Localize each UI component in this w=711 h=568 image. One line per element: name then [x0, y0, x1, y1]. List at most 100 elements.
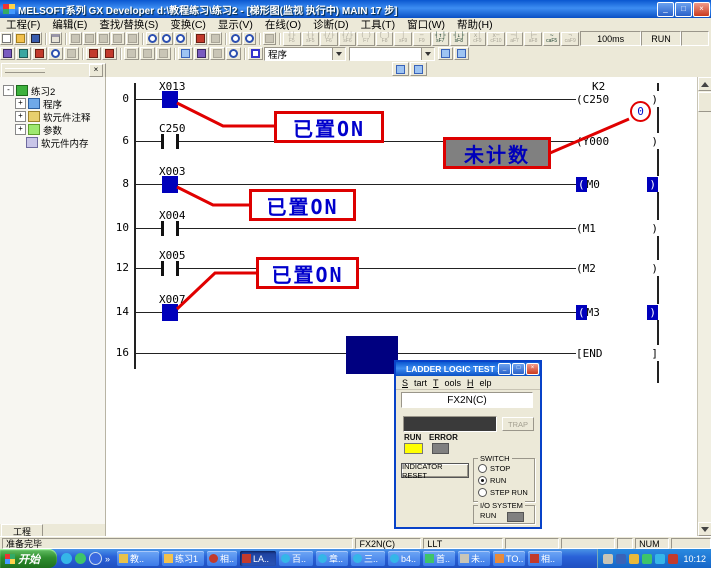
- quick-launch-icon[interactable]: [75, 553, 86, 564]
- close-button[interactable]: ×: [693, 2, 710, 17]
- tree-item-parameter[interactable]: + 参数: [15, 124, 62, 135]
- monitor-start-button[interactable]: [48, 47, 63, 60]
- undo-button[interactable]: [111, 32, 124, 45]
- ladder-parallel-contact-button[interactable]: ┤├sF5: [302, 32, 320, 46]
- tray-icon[interactable]: [629, 554, 639, 564]
- ladder-cursor-cell[interactable]: [346, 336, 398, 374]
- scrollbar-thumb[interactable]: [698, 92, 711, 112]
- tray-icon[interactable]: [655, 554, 665, 564]
- menu-diagnostics[interactable]: 诊断(D): [307, 17, 355, 32]
- new-project-button[interactable]: [0, 32, 13, 45]
- expand-icon[interactable]: +: [15, 98, 26, 109]
- ladder-edge-contact-button[interactable]: ─┤aF7: [506, 32, 524, 46]
- contact-x013-on[interactable]: [162, 91, 178, 108]
- redo-button[interactable]: [126, 32, 139, 45]
- menu-convert[interactable]: 变换(C): [164, 17, 212, 32]
- menu-online[interactable]: 在线(O): [259, 17, 307, 32]
- ladder-open-contact-button[interactable]: ┤├F5: [283, 32, 301, 46]
- project-tree-header[interactable]: ×: [1, 63, 106, 78]
- menu-tools[interactable]: Tools: [433, 378, 461, 388]
- tree-item-program[interactable]: + 程序: [15, 98, 62, 109]
- monitor-write-button[interactable]: [16, 47, 31, 60]
- copy-button[interactable]: [83, 32, 96, 45]
- zoom-in-button[interactable]: [229, 32, 242, 45]
- contact-x004[interactable]: [161, 221, 179, 236]
- find-string-button[interactable]: [174, 32, 187, 45]
- save-project-button[interactable]: [28, 32, 41, 45]
- task-button[interactable]: 章..: [316, 551, 348, 566]
- menu-view[interactable]: 显示(V): [212, 17, 259, 32]
- title-bar[interactable]: MELSOFT系列 GX Developer d:\教程练习\练习2 - [梯形…: [0, 0, 711, 18]
- monitor-run-button[interactable]: [392, 62, 409, 76]
- convert-all-button[interactable]: [210, 47, 225, 60]
- coil-m3-on[interactable]: (M3 ): [576, 304, 660, 320]
- delete-row-button[interactable]: [140, 47, 155, 60]
- ladder-invert-button[interactable]: ~caF5: [543, 32, 561, 46]
- drag-grip[interactable]: [5, 68, 45, 73]
- data-sort-button[interactable]: [454, 47, 469, 60]
- radio-step-run[interactable]: STEP RUN: [478, 488, 528, 497]
- tree-item-device-comment[interactable]: + 软元件注释: [15, 111, 91, 122]
- new-data-button[interactable]: [438, 47, 453, 60]
- menu-help[interactable]: 帮助(H): [451, 17, 499, 32]
- monitor-pause-button[interactable]: [410, 62, 427, 76]
- coil-m0-on[interactable]: (M0 ): [576, 176, 660, 192]
- tray-icon[interactable]: [603, 554, 613, 564]
- ladder-closed-contact-button[interactable]: ┤/├F6: [320, 32, 338, 46]
- coil-m1[interactable]: (M1 ): [576, 220, 660, 236]
- vertical-scrollbar[interactable]: [697, 77, 711, 536]
- coil-m2[interactable]: (M2 ): [576, 260, 660, 276]
- contact-x005[interactable]: [161, 261, 179, 276]
- menu-find-replace[interactable]: 查找/替换(S): [93, 17, 164, 32]
- task-button[interactable]: 未..: [458, 551, 490, 566]
- ladder-coil-button[interactable]: ( )F7: [357, 32, 375, 46]
- menu-project[interactable]: 工程(F): [0, 17, 46, 32]
- ladder-delete-hline-button[interactable]: x─cF10: [487, 32, 505, 46]
- convert-button[interactable]: [194, 47, 209, 60]
- zoom-out-button[interactable]: [243, 32, 256, 45]
- find-step-button[interactable]: [178, 47, 193, 60]
- quick-launch-icon[interactable]: [61, 553, 72, 564]
- contact-x003-on[interactable]: [162, 176, 178, 193]
- task-button-active[interactable]: LA..: [240, 551, 276, 566]
- tray-icon[interactable]: [616, 554, 626, 564]
- data-name-dropdown[interactable]: [349, 47, 435, 61]
- task-button[interactable]: b4..: [388, 551, 420, 566]
- monitor-mode-button[interactable]: [0, 47, 15, 60]
- task-button[interactable]: 相..: [207, 551, 237, 566]
- task-button[interactable]: 三..: [351, 551, 385, 566]
- find-contact-button[interactable]: [160, 32, 173, 45]
- contact-x007-on[interactable]: [162, 304, 178, 321]
- task-button[interactable]: 教..: [117, 551, 159, 566]
- task-button[interactable]: 练习1: [162, 551, 204, 566]
- dialog-minimize-button[interactable]: _: [498, 363, 511, 375]
- device-test-button[interactable]: [64, 47, 79, 60]
- print-button[interactable]: [49, 32, 62, 45]
- task-button[interactable]: 百..: [279, 551, 313, 566]
- delete-rung-button[interactable]: [102, 47, 117, 60]
- ladder-not-button[interactable]: ¬caF9: [561, 32, 579, 46]
- device-use-list-button[interactable]: [208, 32, 221, 45]
- tree-close-button[interactable]: ×: [89, 64, 103, 77]
- insert-column-button[interactable]: [156, 47, 171, 60]
- dialog-close-button[interactable]: ×: [526, 363, 539, 375]
- data-type-dropdown[interactable]: 程序: [264, 47, 346, 61]
- ladder-delete-vline-button[interactable]: x│cF9: [469, 32, 487, 46]
- ladder-falling-pulse-button[interactable]: ┤↓├sF8: [450, 32, 468, 46]
- menu-tools[interactable]: 工具(T): [355, 17, 401, 32]
- contact-c250[interactable]: [161, 134, 179, 149]
- dialog-title-bar[interactable]: LADDER LOGIC TEST ... _ □ ×: [396, 362, 540, 376]
- tray-icon[interactable]: [668, 554, 678, 564]
- menu-start[interactable]: Start: [402, 378, 427, 388]
- quick-launch-icon[interactable]: [89, 552, 102, 565]
- radio-run[interactable]: RUN: [478, 476, 506, 485]
- tree-root-item[interactable]: - 练习2: [3, 85, 55, 96]
- ladder-hline-button[interactable]: ─F9: [413, 32, 431, 46]
- ladder-application-button[interactable]: [ ]F8: [376, 32, 394, 46]
- task-button[interactable]: 首..: [423, 551, 455, 566]
- scroll-up-icon[interactable]: [698, 77, 711, 91]
- ladder-mode-button[interactable]: [248, 47, 263, 60]
- menu-edit[interactable]: 编辑(E): [46, 17, 93, 32]
- scroll-down-icon[interactable]: [698, 522, 711, 536]
- trap-button[interactable]: TRAP: [502, 417, 534, 431]
